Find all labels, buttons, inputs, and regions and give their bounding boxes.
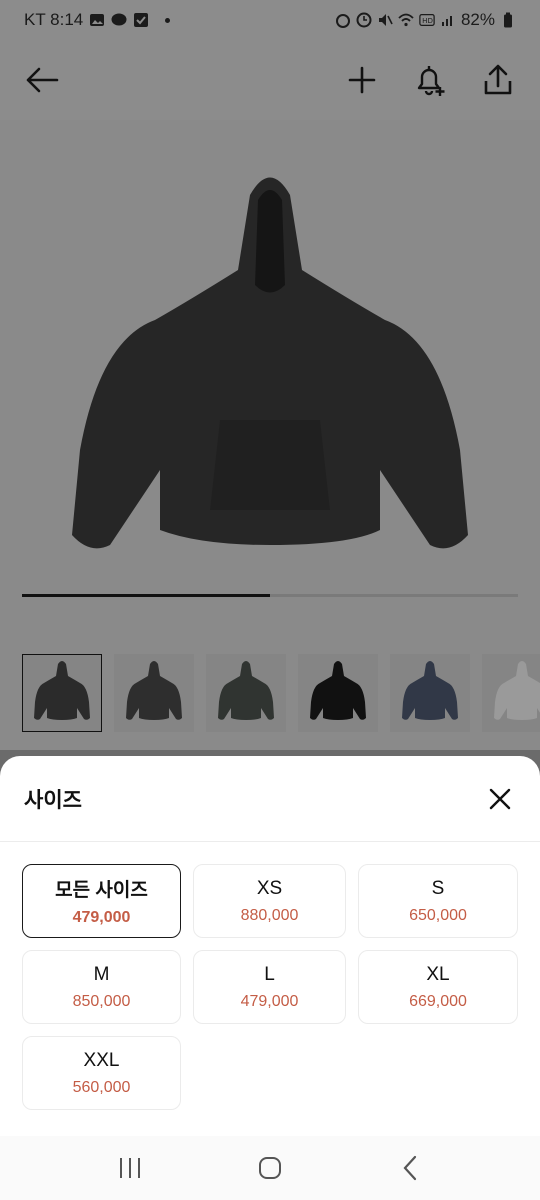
size-option-card[interactable]: XS 880,000 xyxy=(193,864,346,938)
size-option-card[interactable]: L 479,000 xyxy=(193,950,346,1024)
system-back-button[interactable] xyxy=(386,1148,434,1188)
status-time: KT 8:14 xyxy=(24,10,84,29)
product-hoodie-image[interactable] xyxy=(20,150,520,580)
battery-percent: 82% xyxy=(460,10,495,29)
thumbnail-hoodie-image xyxy=(218,661,274,720)
close-icon xyxy=(489,788,511,809)
size-option-price: 669,000 xyxy=(409,992,467,1010)
recents-button[interactable] xyxy=(106,1148,154,1188)
size-option-card[interactable]: M 850,000 xyxy=(22,950,181,1024)
back-button[interactable] xyxy=(20,58,64,102)
size-option-label: L xyxy=(264,963,275,985)
share-icon xyxy=(484,64,512,95)
product-gallery xyxy=(0,120,540,750)
thumbnail-item[interactable] xyxy=(390,654,470,732)
check-icon xyxy=(134,13,149,27)
size-option-price: 650,000 xyxy=(409,906,467,924)
thumbnail-hoodie-image xyxy=(34,661,90,720)
back-arrow-icon xyxy=(26,67,59,93)
thumbnail-item[interactable] xyxy=(298,654,378,732)
wifi-icon xyxy=(398,13,414,27)
thumbnail-item[interactable] xyxy=(482,654,540,732)
status-bar: KT 8:14 HD 82% xyxy=(0,0,540,40)
size-option-label: XL xyxy=(426,963,450,985)
system-back-icon xyxy=(403,1155,417,1181)
size-bottom-sheet: 사이즈 모든 사이즈 479,000 XS 880,000 S 650,000 M 850,0… xyxy=(0,756,540,1136)
sheet-header: 사이즈 xyxy=(0,756,540,842)
size-option-card[interactable]: S 650,000 xyxy=(358,864,518,938)
size-option-label: M xyxy=(93,963,110,985)
recents-icon xyxy=(120,1158,140,1178)
top-app-bar xyxy=(0,40,540,120)
home-icon xyxy=(259,1157,281,1179)
clock-icon xyxy=(356,12,372,28)
size-option-price: 850,000 xyxy=(72,992,131,1010)
system-nav-bar xyxy=(0,1136,540,1200)
gallery-progress xyxy=(22,594,518,597)
gallery-progress-fill xyxy=(22,594,270,597)
alarm-icon xyxy=(335,14,350,28)
notification-dot-icon xyxy=(165,17,171,23)
size-option-label: XXL xyxy=(83,1049,120,1071)
home-button[interactable] xyxy=(246,1148,294,1188)
size-option-card[interactable]: XL 669,000 xyxy=(358,950,518,1024)
size-option-price: 479,000 xyxy=(240,992,299,1010)
mute-icon xyxy=(378,14,393,26)
thumbnail-strip xyxy=(22,654,540,734)
alert-button[interactable] xyxy=(408,58,452,102)
add-button[interactable] xyxy=(340,58,384,102)
hd-icon: HD xyxy=(419,14,435,26)
thumbnail-item[interactable] xyxy=(114,654,194,732)
sheet-title: 사이즈 xyxy=(24,788,82,812)
plus-icon xyxy=(348,66,376,94)
size-option-price: 479,000 xyxy=(72,909,131,926)
thumbnail-hoodie-image xyxy=(402,661,458,720)
thumbnail-item[interactable] xyxy=(22,654,102,732)
size-option-label: 모든 사이즈 xyxy=(55,880,148,901)
gallery-icon xyxy=(90,14,105,26)
size-option-label: XS xyxy=(256,877,283,899)
size-option-card[interactable]: XXL 560,000 xyxy=(22,1036,181,1110)
thumbnail-item[interactable] xyxy=(206,654,286,732)
thumbnail-hoodie-image xyxy=(310,661,366,720)
size-option-card[interactable]: 모든 사이즈 479,000 xyxy=(22,864,181,938)
svg-text:HD: HD xyxy=(422,16,433,25)
thumbnail-hoodie-image xyxy=(126,661,182,720)
talk-icon xyxy=(111,13,127,26)
signal-icon xyxy=(441,16,452,26)
size-option-price: 880,000 xyxy=(240,906,299,924)
size-option-label: S xyxy=(431,877,445,899)
battery-icon xyxy=(504,12,512,28)
thumbnail-hoodie-image xyxy=(494,661,540,720)
share-button[interactable] xyxy=(476,58,520,102)
size-option-price: 560,000 xyxy=(72,1078,131,1096)
bell-plus-icon xyxy=(417,66,445,96)
close-button[interactable] xyxy=(484,783,516,815)
